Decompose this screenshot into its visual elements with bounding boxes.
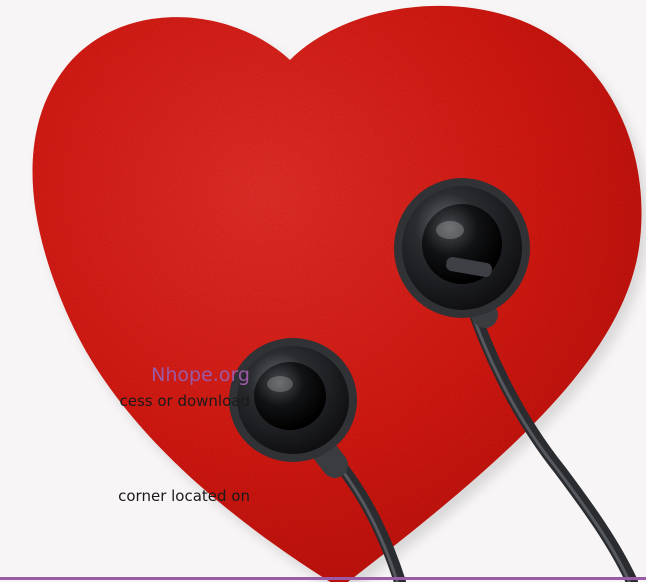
earbud-upper xyxy=(394,178,530,318)
body-text-line: cess or download xyxy=(119,392,250,410)
body-text-line: corner located on xyxy=(118,487,250,505)
photo-page: Nhope.org cess or download corner locate… xyxy=(0,0,646,582)
site-link-text[interactable]: Nhope.org xyxy=(0,363,250,387)
accent-rule xyxy=(0,577,646,580)
